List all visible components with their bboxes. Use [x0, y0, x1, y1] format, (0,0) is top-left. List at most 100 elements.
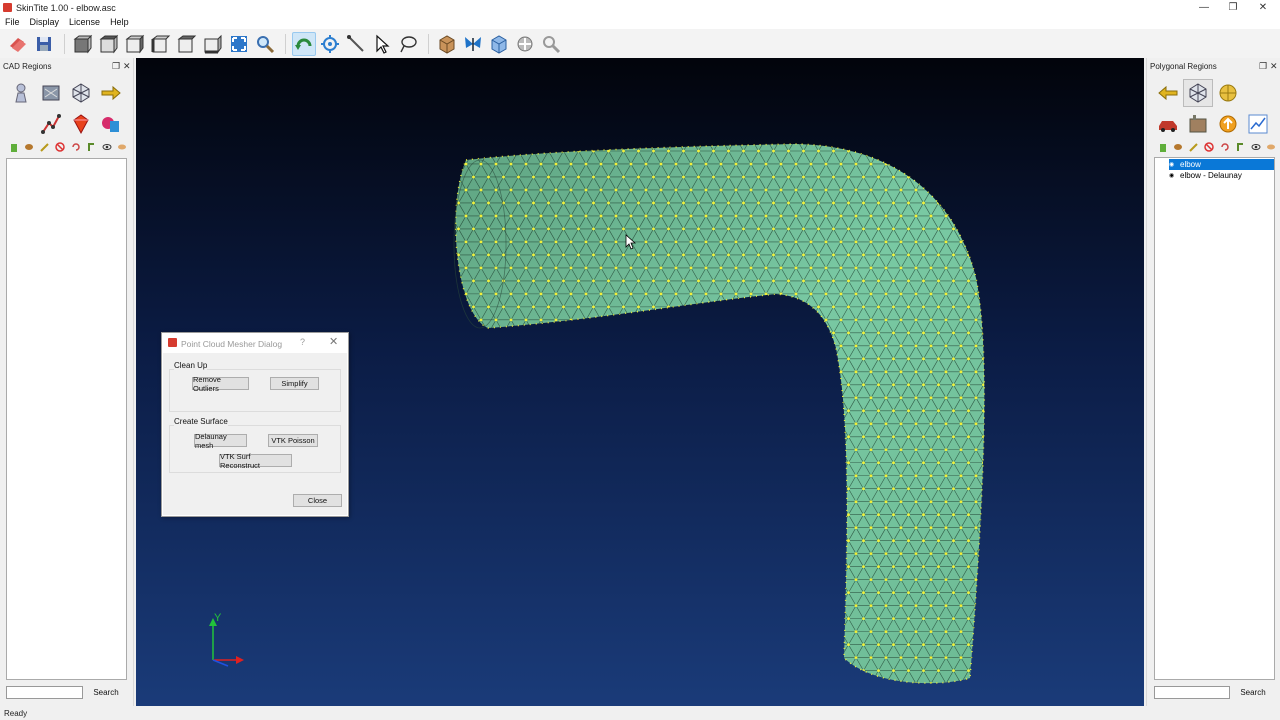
view-bottom-icon[interactable]: [201, 32, 225, 56]
potato-icon[interactable]: [1171, 141, 1187, 153]
ban-icon[interactable]: [53, 141, 69, 153]
mesh-vertex: [562, 149, 565, 153]
undo-icon[interactable]: [1217, 141, 1233, 153]
magnifier-icon[interactable]: [539, 32, 563, 56]
mesh-vertex: [562, 331, 565, 335]
mesh-vertex: [944, 318, 948, 322]
menu-license[interactable]: License: [64, 17, 105, 27]
mesh-vertex: [854, 240, 858, 244]
car-icon[interactable]: [1153, 110, 1183, 138]
fit-all-icon[interactable]: [227, 32, 251, 56]
simplify-button[interactable]: Simplify: [270, 377, 319, 390]
trash-icon[interactable]: [6, 141, 22, 153]
arrow-right-icon[interactable]: [96, 79, 126, 107]
float-panel-icon[interactable]: ❐: [1259, 61, 1267, 72]
search-button[interactable]: Search: [88, 685, 124, 700]
minimize-button[interactable]: —: [1189, 0, 1219, 15]
mesh-vertex: [509, 162, 513, 166]
branch-icon[interactable]: [1233, 141, 1249, 153]
zoom-icon[interactable]: [253, 32, 277, 56]
cad-regions-list[interactable]: [6, 158, 127, 680]
menu-file[interactable]: File: [0, 17, 25, 27]
mesh-vertex: [442, 539, 445, 542]
mesh-vertex: [524, 422, 528, 426]
butterfly-icon[interactable]: [461, 32, 485, 56]
search-input[interactable]: [1154, 686, 1230, 699]
view-right-icon[interactable]: [149, 32, 173, 56]
search-button[interactable]: Search: [1235, 685, 1271, 700]
save-icon[interactable]: [32, 32, 56, 56]
mesh-icon[interactable]: [66, 79, 96, 107]
menu-help[interactable]: Help: [105, 17, 134, 27]
mesh-vertex: [502, 227, 505, 231]
scanner-icon[interactable]: [36, 79, 66, 107]
float-panel-icon[interactable]: ❐: [112, 61, 120, 72]
mesh-vertex: [637, 669, 640, 672]
pencil-icon[interactable]: [37, 141, 53, 153]
pawn-icon[interactable]: [6, 79, 36, 107]
delaunay-mesh-button[interactable]: Delaunay mesh: [194, 432, 247, 450]
open-icon[interactable]: [6, 32, 30, 56]
eye-icon[interactable]: ◉: [1169, 161, 1177, 168]
mesh-vertex: [937, 617, 940, 621]
mesh-vertex: [697, 565, 700, 569]
upload-circle-icon[interactable]: [1213, 110, 1243, 138]
trash-icon[interactable]: [1155, 141, 1171, 153]
select-pointer-icon[interactable]: [370, 32, 394, 56]
mouth-icon[interactable]: [115, 141, 131, 153]
mesh-vertex: [757, 487, 760, 491]
gem-icon[interactable]: [66, 110, 96, 138]
mouth-icon[interactable]: [1264, 141, 1280, 153]
mesh-vertex: [554, 162, 558, 166]
search-input[interactable]: [6, 686, 83, 699]
undo-icon[interactable]: [68, 141, 84, 153]
box-icon[interactable]: [435, 32, 459, 56]
polyline-icon[interactable]: [36, 110, 66, 138]
lasso-icon[interactable]: [396, 32, 420, 56]
close-panel-icon[interactable]: ✕: [1270, 61, 1278, 72]
chart-icon[interactable]: [1243, 110, 1273, 138]
cube-net-icon[interactable]: [487, 32, 511, 56]
remove-outliers-button[interactable]: Remove Outliers: [192, 375, 249, 393]
pencil-icon[interactable]: [1186, 141, 1202, 153]
mesh-vertex: [682, 227, 685, 231]
center-icon[interactable]: [318, 32, 342, 56]
measure-icon[interactable]: [344, 32, 368, 56]
close-window-button[interactable]: ✕: [1248, 0, 1278, 15]
shapes-icon[interactable]: [96, 110, 126, 138]
eye-icon[interactable]: [99, 141, 115, 153]
view-left-icon[interactable]: [123, 32, 147, 56]
polygonal-regions-tree[interactable]: ◉ elbow ◉ elbow - Delaunay: [1154, 157, 1275, 680]
eye-icon[interactable]: [1248, 141, 1264, 153]
mesh-vertex: [532, 461, 535, 465]
view-front-icon[interactable]: [71, 32, 95, 56]
tree-item-elbow[interactable]: ◉ elbow: [1169, 159, 1274, 170]
close-button[interactable]: Close: [293, 494, 342, 507]
potato-icon[interactable]: [22, 141, 38, 153]
close-dialog-icon[interactable]: ✕: [329, 335, 338, 348]
arrow-left-icon[interactable]: [1153, 79, 1183, 107]
eye-icon[interactable]: ◉: [1169, 172, 1177, 179]
rotate-icon[interactable]: [292, 31, 316, 56]
mesh-vertex: [704, 604, 708, 608]
menu-display[interactable]: Display: [25, 17, 65, 27]
mesh-vertex: [524, 630, 528, 634]
vtk-surf-reconstruct-button[interactable]: VTK Surf Reconstruct: [219, 452, 292, 470]
restore-button[interactable]: ❐: [1218, 0, 1248, 15]
help-button[interactable]: ?: [300, 337, 305, 347]
factory-icon[interactable]: [1183, 110, 1213, 138]
mesh-vertex: [847, 305, 850, 309]
sphere-icon[interactable]: [1213, 79, 1243, 107]
mesh-icon[interactable]: [1183, 79, 1213, 107]
view-top-icon[interactable]: [175, 32, 199, 56]
mesh-vertex: [577, 565, 580, 569]
vtk-poisson-button[interactable]: VTK Poisson: [268, 434, 318, 447]
mesh-vertex: [479, 474, 483, 478]
branch-icon[interactable]: [84, 141, 100, 153]
close-panel-icon[interactable]: ✕: [123, 61, 131, 72]
view-back-icon[interactable]: [97, 32, 121, 56]
ban-icon[interactable]: [1202, 141, 1218, 153]
joystick-icon[interactable]: [513, 32, 537, 56]
tree-item-elbow-delaunay[interactable]: ◉ elbow - Delaunay: [1169, 170, 1242, 181]
mesh-vertex: [442, 409, 445, 412]
